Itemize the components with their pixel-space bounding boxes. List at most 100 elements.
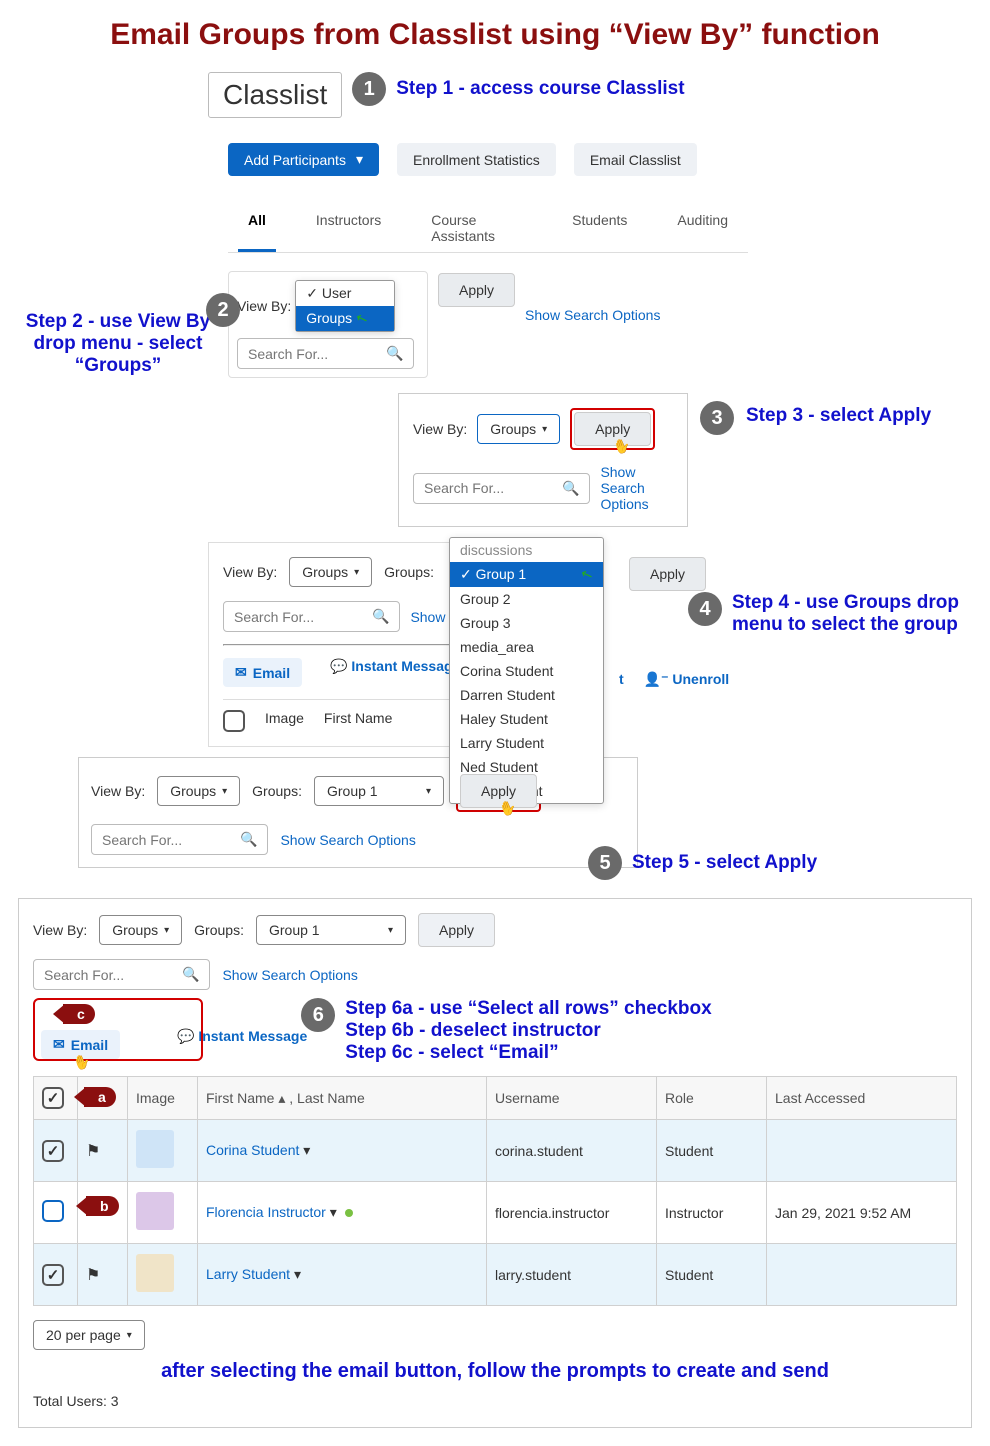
chevron-down-icon[interactable]: ▾ xyxy=(294,1266,301,1282)
groups-opt-group3[interactable]: Group 3 xyxy=(450,611,603,635)
groups-opt-haley[interactable]: Haley Student xyxy=(450,707,603,731)
email-action-6[interactable]: ✉ Email ✋ xyxy=(41,1030,120,1059)
row-checkbox[interactable] xyxy=(42,1264,64,1286)
select-all-checkbox[interactable] xyxy=(42,1087,64,1109)
viewby-label-6: View By: xyxy=(33,922,87,938)
col-image-4: Image xyxy=(265,710,304,732)
tab-all[interactable]: All xyxy=(238,204,276,252)
viewby-select-4[interactable]: Groups▾ xyxy=(289,557,372,587)
step-marker-2: 2 xyxy=(206,293,240,327)
chevron-down-icon: ▾ xyxy=(388,925,393,936)
viewby-label-3: View By: xyxy=(413,421,467,437)
groups-select-5[interactable]: Group 1▾ xyxy=(314,776,444,806)
page-title: Email Groups from Classlist using “View … xyxy=(18,18,972,52)
role-cell: Student xyxy=(657,1244,767,1306)
search-icon[interactable]: 🔍 xyxy=(372,608,389,625)
tab-instructors[interactable]: Instructors xyxy=(306,204,391,252)
tab-students[interactable]: Students xyxy=(562,204,637,252)
chevron-down-icon: ▾ xyxy=(354,567,359,578)
row-checkbox[interactable] xyxy=(42,1140,64,1162)
search-input-wrap-5: 🔍 xyxy=(91,824,268,855)
tab-course-assistants[interactable]: Course Assistants xyxy=(421,204,532,252)
avatar xyxy=(136,1130,174,1168)
groups-opt-group2[interactable]: Group 2 xyxy=(450,587,603,611)
viewby-select-5[interactable]: Groups▾ xyxy=(157,776,240,806)
search-icon[interactable]: 🔍 xyxy=(182,966,199,983)
step5-text: Step 5 - select Apply xyxy=(632,852,817,874)
add-participants-button[interactable]: Add Participants ▾ xyxy=(228,143,379,176)
cursor-icon: ✋ xyxy=(610,436,632,458)
chevron-down-icon: ▾ xyxy=(426,786,431,797)
chevron-down-icon: ▾ xyxy=(164,925,169,936)
apply-button-3[interactable]: Apply ✋ xyxy=(574,412,651,446)
chevron-down-icon[interactable]: ▾ xyxy=(303,1142,310,1158)
select-all-checkbox-4[interactable] xyxy=(223,710,245,732)
cursor-icon: ✋ xyxy=(70,1052,92,1074)
groups-opt-larry[interactable]: Larry Student xyxy=(450,731,603,755)
search-input-wrap: 🔍 xyxy=(237,338,414,369)
search-input[interactable] xyxy=(248,346,378,362)
cursor-icon: ↖ xyxy=(579,565,596,585)
search-input-3[interactable] xyxy=(424,480,554,496)
col-last-accessed: Last Accessed xyxy=(767,1077,957,1120)
chevron-down-icon: ▾ xyxy=(222,786,227,797)
per-page-select[interactable]: 20 per page ▾ xyxy=(33,1320,145,1350)
table-row: ⚑ Corina Student ▾ corina.student Studen… xyxy=(34,1120,957,1182)
search-input-wrap-6: 🔍 xyxy=(33,959,210,990)
viewby-label-4: View By: xyxy=(223,564,277,580)
step2-text: Step 2 - use View By drop menu - select … xyxy=(18,311,218,377)
marker-c: c xyxy=(63,1004,95,1024)
flag-icon[interactable]: ⚑ xyxy=(86,1143,100,1160)
viewby-select-3[interactable]: Groups▾ xyxy=(477,414,560,444)
viewby-select-6[interactable]: Groups▾ xyxy=(99,915,182,945)
groups-label-6: Groups: xyxy=(194,922,244,938)
user-name-link[interactable]: Florencia Instructor xyxy=(206,1204,326,1220)
flag-icon[interactable]: ⚑ xyxy=(86,1267,100,1284)
groups-dropdown-open[interactable]: discussions ✓ Group 1 ↖ Group 2 Group 3 … xyxy=(449,537,604,804)
step-marker-5: 5 xyxy=(588,846,622,880)
viewby-option-groups[interactable]: Groups ↖ xyxy=(296,306,394,331)
email-action[interactable]: ✉Email xyxy=(223,658,302,687)
search-input-5[interactable] xyxy=(102,832,232,848)
user-name-link[interactable]: Corina Student xyxy=(206,1142,299,1158)
viewby-option-user[interactable]: ✓ User xyxy=(296,281,394,306)
show-search-options-link-3[interactable]: Show Search Options xyxy=(600,464,673,512)
apply-button-5[interactable]: Apply ✋ xyxy=(460,774,537,808)
row-checkbox[interactable] xyxy=(42,1200,64,1222)
email-classlist-button[interactable]: Email Classlist xyxy=(574,143,697,176)
groups-opt-darren[interactable]: Darren Student xyxy=(450,683,603,707)
table-row: ⚑ Larry Student ▾ larry.student Student xyxy=(34,1244,957,1306)
viewby-dropdown-open[interactable]: ✓ User Groups ↖ xyxy=(295,280,395,332)
show-search-options-link-6[interactable]: Show Search Options xyxy=(222,967,357,983)
enrollment-stats-button[interactable]: Enrollment Statistics xyxy=(397,143,556,176)
search-input-6[interactable] xyxy=(44,967,174,983)
unenroll-action[interactable]: 👤⁻ Unenroll xyxy=(644,671,730,688)
search-icon[interactable]: 🔍 xyxy=(240,831,257,848)
step-marker-3: 3 xyxy=(700,401,734,435)
groups-opt-corina[interactable]: Corina Student xyxy=(450,659,603,683)
viewby-label: View By: xyxy=(237,298,291,314)
print-action[interactable]: t xyxy=(619,671,624,688)
groups-opt-group1[interactable]: ✓ Group 1 ↖ xyxy=(450,562,603,587)
search-icon[interactable]: 🔍 xyxy=(386,345,403,362)
groups-opt-discussions[interactable]: discussions xyxy=(450,538,603,562)
apply-button-6[interactable]: Apply xyxy=(418,913,495,947)
show-search-options-link-4[interactable]: Show xyxy=(410,609,445,625)
apply-button-2[interactable]: Apply xyxy=(438,273,515,307)
user-name-link[interactable]: Larry Student xyxy=(206,1266,290,1282)
col-name[interactable]: First Name ▴ , Last Name xyxy=(198,1077,487,1120)
groups-select-6[interactable]: Group 1▾ xyxy=(256,915,406,945)
search-input-4[interactable] xyxy=(234,609,364,625)
groups-opt-media[interactable]: media_area xyxy=(450,635,603,659)
apply-button-4[interactable]: Apply xyxy=(629,557,706,591)
chevron-down-icon[interactable]: ▾ xyxy=(330,1204,337,1220)
instant-message-action[interactable]: 💬 Instant Message xyxy=(330,658,460,687)
show-search-options-link-5[interactable]: Show Search Options xyxy=(280,832,415,848)
avatar xyxy=(136,1254,174,1292)
col-username: Username xyxy=(487,1077,657,1120)
search-icon[interactable]: 🔍 xyxy=(562,480,579,497)
classlist-heading: Classlist xyxy=(208,72,342,118)
tab-auditing[interactable]: Auditing xyxy=(667,204,738,252)
show-search-options-link-2[interactable]: Show Search Options xyxy=(525,307,660,323)
step6a-text: Step 6a - use “Select all rows” checkbox xyxy=(345,998,711,1020)
